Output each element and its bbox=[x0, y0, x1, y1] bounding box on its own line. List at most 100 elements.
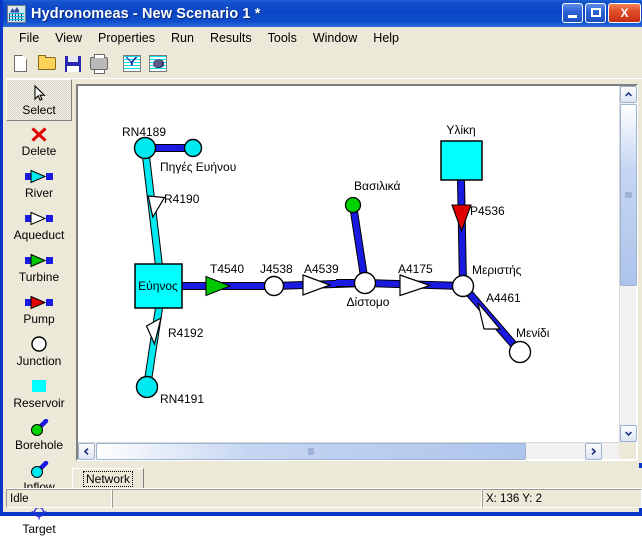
label-a4539: A4539 bbox=[304, 262, 339, 276]
palette-item-aqueduct[interactable]: Aqueduct bbox=[6, 205, 72, 247]
new-file-icon bbox=[14, 54, 27, 72]
horizontal-scroll-thumb[interactable] bbox=[96, 443, 526, 460]
menu-item-results[interactable]: Results bbox=[202, 29, 260, 47]
palette-item-river[interactable]: River bbox=[6, 163, 72, 205]
palette-item-borehole[interactable]: Borehole bbox=[6, 415, 72, 457]
vertical-scroll-thumb[interactable] bbox=[620, 104, 637, 286]
palette-label-aqueduct: Aqueduct bbox=[13, 228, 65, 242]
label-euinos: Εύηνος bbox=[138, 279, 178, 293]
node-menidi[interactable] bbox=[508, 340, 532, 364]
palette-label-target: Target bbox=[22, 522, 56, 536]
scroll-up-button[interactable] bbox=[620, 86, 637, 103]
save-file-icon bbox=[65, 55, 81, 72]
network-canvas[interactable]: RN4189 Πηγές Ευήνου R4190 Εύηνος R4192 R… bbox=[78, 86, 619, 442]
maximize-button[interactable] bbox=[585, 3, 606, 23]
label-distomo: Δίστομο bbox=[347, 295, 390, 309]
maximize-icon bbox=[591, 8, 601, 17]
simulation-icon bbox=[149, 54, 167, 72]
close-icon: X bbox=[620, 6, 629, 20]
chevron-left-icon bbox=[84, 448, 89, 455]
palette-item-reservoir[interactable]: Reservoir bbox=[6, 373, 72, 415]
label-piges-euinou: Πηγές Ευήνου bbox=[160, 160, 236, 174]
open-file-icon bbox=[38, 54, 56, 70]
menu-item-view[interactable]: View bbox=[47, 29, 90, 47]
label-r4190: R4190 bbox=[164, 192, 200, 206]
menu-item-file[interactable]: File bbox=[11, 29, 47, 47]
palette-item-junction[interactable]: Junction bbox=[6, 331, 72, 373]
node-rn4191[interactable] bbox=[135, 375, 159, 399]
status-coordinates: X: 136 Y: 2 bbox=[482, 489, 642, 508]
pump-marker-p4536 bbox=[451, 204, 472, 233]
menu-item-window[interactable]: Window bbox=[305, 29, 365, 47]
aqueduct-marker-a4175 bbox=[399, 274, 432, 297]
title-bar: Hydronomeas - New Scenario 1 * X bbox=[3, 0, 642, 27]
link-p4536[interactable] bbox=[451, 179, 472, 287]
inflow-node-icon bbox=[24, 460, 54, 480]
node-yliki-reservoir[interactable] bbox=[440, 140, 483, 181]
red-x-icon bbox=[24, 124, 54, 144]
print-button[interactable] bbox=[87, 51, 112, 76]
scroll-left-button[interactable] bbox=[78, 443, 95, 460]
new-file-button[interactable] bbox=[9, 51, 34, 76]
menu-item-tools[interactable]: Tools bbox=[260, 29, 305, 47]
close-button[interactable]: X bbox=[608, 3, 641, 23]
save-file-button[interactable] bbox=[61, 51, 86, 76]
node-vasilika-borehole[interactable] bbox=[344, 196, 362, 214]
menu-item-run[interactable]: Run bbox=[163, 29, 202, 47]
scroll-grip-icon bbox=[308, 448, 314, 455]
node-rn4189[interactable] bbox=[133, 136, 157, 160]
status-state: Idle bbox=[6, 489, 112, 508]
node-j4538[interactable] bbox=[263, 275, 285, 297]
menu-item-help[interactable]: Help bbox=[365, 29, 407, 47]
mdi-client-area: RN4189 Πηγές Ευήνου R4190 Εύηνος R4192 R… bbox=[72, 79, 642, 463]
palette-label-river: River bbox=[24, 186, 53, 200]
window-controls: X bbox=[562, 3, 641, 23]
label-rn4189: RN4189 bbox=[122, 125, 166, 139]
menu-item-properties[interactable]: Properties bbox=[90, 29, 163, 47]
tab-network-label: Network bbox=[83, 471, 134, 487]
label-a4461: A4461 bbox=[486, 291, 521, 305]
canvas-vertical-scrollbar[interactable] bbox=[619, 86, 637, 442]
cursor-arrow-icon bbox=[24, 83, 54, 103]
simulation-button[interactable] bbox=[146, 51, 171, 76]
palette-label-select: Select bbox=[22, 103, 56, 117]
palette-label-turbine: Turbine bbox=[18, 270, 60, 284]
link-r4192[interactable] bbox=[143, 307, 163, 388]
scroll-down-button[interactable] bbox=[620, 425, 637, 442]
link-t4540[interactable] bbox=[182, 275, 274, 297]
minimize-icon bbox=[568, 15, 577, 18]
label-meristis: Μεριστής bbox=[472, 263, 522, 277]
chart-results-button[interactable] bbox=[120, 51, 145, 76]
palette-label-delete: Delete bbox=[21, 144, 57, 158]
chevron-down-icon bbox=[625, 431, 632, 436]
print-icon bbox=[90, 53, 108, 74]
aqueduct-marker-a4539 bbox=[302, 274, 332, 296]
open-file-button[interactable] bbox=[35, 51, 60, 76]
status-message bbox=[112, 489, 482, 508]
turbine-link-icon bbox=[24, 250, 54, 270]
scroll-right-button[interactable] bbox=[585, 443, 602, 460]
palette-item-turbine[interactable]: Turbine bbox=[6, 247, 72, 289]
node-distomo[interactable] bbox=[353, 271, 377, 295]
link-a4175[interactable] bbox=[364, 274, 464, 297]
palette-label-reservoir: Reservoir bbox=[13, 396, 65, 410]
chevron-up-icon bbox=[625, 92, 632, 97]
node-meristis[interactable] bbox=[451, 274, 475, 298]
node-piges-euinou[interactable] bbox=[183, 138, 203, 158]
palette-item-pump[interactable]: Pump bbox=[6, 289, 72, 331]
canvas-horizontal-scrollbar[interactable] bbox=[78, 442, 619, 460]
label-menidi: Μενίδι bbox=[516, 326, 550, 340]
palette-label-borehole: Borehole bbox=[14, 438, 64, 452]
palette-item-select[interactable]: Select bbox=[6, 79, 72, 121]
label-vasilika: Βασιλικά bbox=[354, 179, 401, 193]
network-diagram: RN4189 Πηγές Ευήνου R4190 Εύηνος R4192 R… bbox=[122, 123, 550, 406]
toolbar bbox=[6, 49, 642, 79]
palette-item-delete[interactable]: Delete bbox=[6, 121, 72, 163]
hydronomeas-app-icon bbox=[7, 4, 26, 23]
link-vasilika-distomo[interactable] bbox=[349, 204, 369, 284]
scroll-grip-icon bbox=[625, 192, 632, 198]
junction-node-icon bbox=[24, 334, 54, 354]
menu-bar: File View Properties Run Results Tools W… bbox=[6, 27, 642, 49]
minimize-button[interactable] bbox=[562, 3, 583, 23]
borehole-node-icon bbox=[24, 418, 54, 438]
